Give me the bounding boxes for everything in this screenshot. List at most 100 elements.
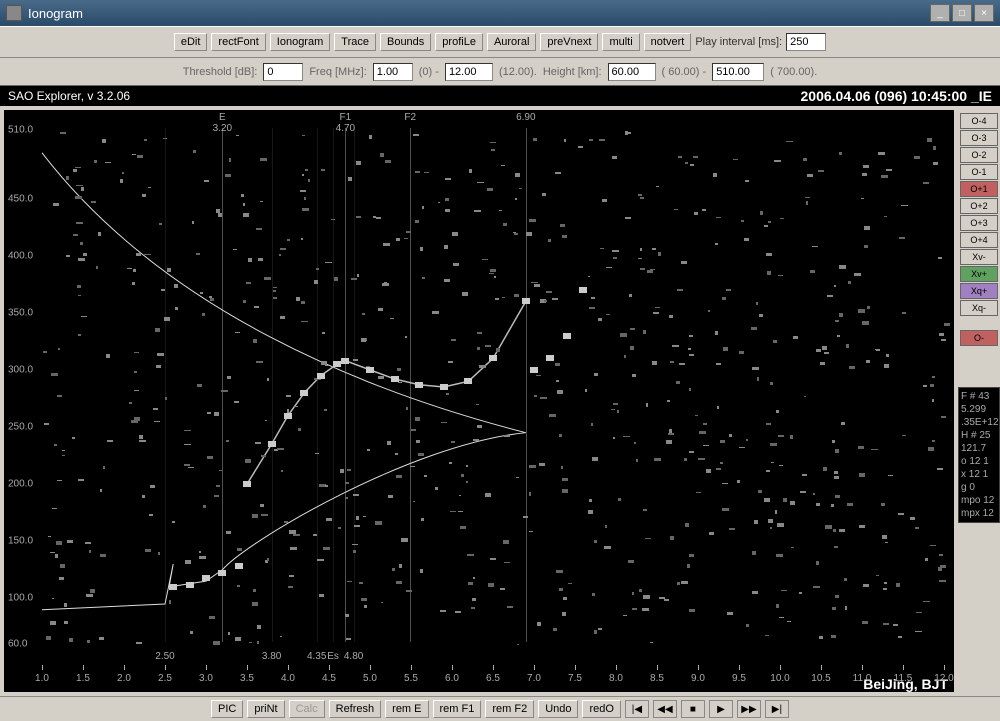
rem-f1-button[interactable]: rem F1 xyxy=(433,700,482,718)
info-H: H # 25 xyxy=(961,429,997,442)
x-tick: 7.0 xyxy=(527,673,541,684)
legend-o+4[interactable]: O+4 xyxy=(960,232,998,248)
y-tick: 60.0 xyxy=(8,639,27,650)
trace-overlay xyxy=(4,110,954,692)
x-tick: 11.0 xyxy=(853,673,872,684)
legend-o-3[interactable]: O-3 xyxy=(960,130,998,146)
threshold-input[interactable] xyxy=(263,63,303,81)
legend-xq+[interactable]: Xq+ xyxy=(960,283,998,299)
info-freq: 5.299 xyxy=(961,403,997,416)
legend-o+3[interactable]: O+3 xyxy=(960,215,998,231)
info-g: g 0 xyxy=(961,481,997,494)
bottom-marker: Es xyxy=(327,651,339,662)
trace-button[interactable]: Trace xyxy=(334,33,376,51)
bottom-marker: 3.80 xyxy=(262,651,281,662)
freq-min-input[interactable] xyxy=(373,63,413,81)
layer-marker: 6.90 xyxy=(516,112,535,123)
play-interval-label: Play interval [ms]: xyxy=(695,36,782,48)
close-button[interactable]: × xyxy=(974,4,994,22)
x-tick: 11.5 xyxy=(894,673,913,684)
auroral-button[interactable]: Auroral xyxy=(487,33,536,51)
freq-label: Freq [MHz]: xyxy=(309,66,366,78)
layer-marker: F2 xyxy=(404,112,416,123)
y-tick: 450.0 xyxy=(8,193,33,204)
y-tick: 150.0 xyxy=(8,536,33,547)
ionogram-button[interactable]: Ionogram xyxy=(270,33,330,51)
ionogram-plot[interactable]: BeiJing, BJT 60.0100.0150.0200.0250.0300… xyxy=(4,110,954,692)
x-tick: 8.0 xyxy=(609,673,623,684)
x-tick: 5.5 xyxy=(404,673,418,684)
filter-toolbar: Threshold [dB]: Freq [MHz]: (0) - (12.00… xyxy=(0,58,1000,86)
legend-o+2[interactable]: O+2 xyxy=(960,198,998,214)
bottom-marker: 4.35 xyxy=(307,651,326,662)
y-tick: 250.0 xyxy=(8,421,33,432)
app-icon xyxy=(6,5,22,21)
first-button[interactable]: |◀ xyxy=(625,700,649,718)
y-tick: 200.0 xyxy=(8,479,33,490)
legend-o-1[interactable]: O-1 xyxy=(960,164,998,180)
legend-panel: O-4O-3O-2O-1O+1O+2O+3O+4Xv-Xv+Xq+Xq- O- F… xyxy=(958,106,1000,696)
legend-xq-[interactable]: Xq- xyxy=(960,300,998,316)
forward-button[interactable]: ▶▶ xyxy=(737,700,761,718)
y-tick: 100.0 xyxy=(8,593,33,604)
edit-button[interactable]: eDit xyxy=(174,33,208,51)
stop-button[interactable]: ■ xyxy=(681,700,705,718)
info-height: 121.7 xyxy=(961,442,997,455)
height-min-default: ( 60.00) - xyxy=(662,66,707,78)
rectfont-button[interactable]: rectFont xyxy=(211,33,265,51)
height-max-input[interactable] xyxy=(712,63,764,81)
main-toolbar: eDit rectFont Ionogram Trace Bounds prof… xyxy=(0,26,1000,58)
y-tick: 300.0 xyxy=(8,364,33,375)
multi-button[interactable]: multi xyxy=(602,33,639,51)
notvert-button[interactable]: notvert xyxy=(644,33,692,51)
undo-button[interactable]: Undo xyxy=(538,700,578,718)
info-F: F # 43 xyxy=(961,390,997,403)
maximize-button[interactable]: □ xyxy=(952,4,972,22)
titlebar: Ionogram _ □ × xyxy=(0,0,1000,26)
layer-marker: E3.20 xyxy=(213,112,232,134)
freq-min-default: (0) - xyxy=(419,66,439,78)
play-button[interactable]: ▶ xyxy=(709,700,733,718)
x-tick: 2.5 xyxy=(158,673,172,684)
height-max-default: ( 700.00). xyxy=(770,66,817,78)
legend-o-[interactable]: O- xyxy=(960,330,998,346)
x-tick: 4.5 xyxy=(322,673,336,684)
legend-o+1[interactable]: O+1 xyxy=(960,181,998,197)
x-tick: 3.5 xyxy=(240,673,254,684)
rem-f2-button[interactable]: rem F2 xyxy=(485,700,534,718)
x-tick: 12.0 xyxy=(934,673,953,684)
legend-xv-[interactable]: Xv- xyxy=(960,249,998,265)
y-tick: 510.0 xyxy=(8,125,33,136)
prevnext-button[interactable]: preVnext xyxy=(540,33,598,51)
x-tick: 1.5 xyxy=(76,673,90,684)
bottom-marker: 2.50 xyxy=(155,651,174,662)
y-tick: 350.0 xyxy=(8,307,33,318)
play-interval-input[interactable] xyxy=(786,33,826,51)
x-tick: 9.0 xyxy=(691,673,705,684)
profile-button[interactable]: profiLe xyxy=(435,33,483,51)
y-tick: 400.0 xyxy=(8,250,33,261)
calc-button[interactable]: Calc xyxy=(289,700,325,718)
x-tick: 4.0 xyxy=(281,673,295,684)
last-button[interactable]: ▶| xyxy=(765,700,789,718)
bottom-marker: 4.80 xyxy=(344,651,363,662)
redo-button[interactable]: redO xyxy=(582,700,620,718)
legend-xv+[interactable]: Xv+ xyxy=(960,266,998,282)
x-tick: 2.0 xyxy=(117,673,131,684)
freq-max-default: (12.00). xyxy=(499,66,537,78)
minimize-button[interactable]: _ xyxy=(930,4,950,22)
print-button[interactable]: priNt xyxy=(247,700,284,718)
legend-o-4[interactable]: O-4 xyxy=(960,113,998,129)
rewind-button[interactable]: ◀◀ xyxy=(653,700,677,718)
info-o: o 12 1 xyxy=(961,455,997,468)
freq-max-input[interactable] xyxy=(445,63,493,81)
height-min-input[interactable] xyxy=(608,63,656,81)
legend-o-2[interactable]: O-2 xyxy=(960,147,998,163)
refresh-button[interactable]: Refresh xyxy=(329,700,382,718)
info-box: F # 43 5.299 .35E+12 H # 25 121.7 o 12 1… xyxy=(958,387,1000,523)
x-tick: 1.0 xyxy=(35,673,49,684)
info-density: .35E+12 xyxy=(961,416,997,429)
rem-e-button[interactable]: rem E xyxy=(385,700,428,718)
bounds-button[interactable]: Bounds xyxy=(380,33,431,51)
pic-button[interactable]: PIC xyxy=(211,700,243,718)
